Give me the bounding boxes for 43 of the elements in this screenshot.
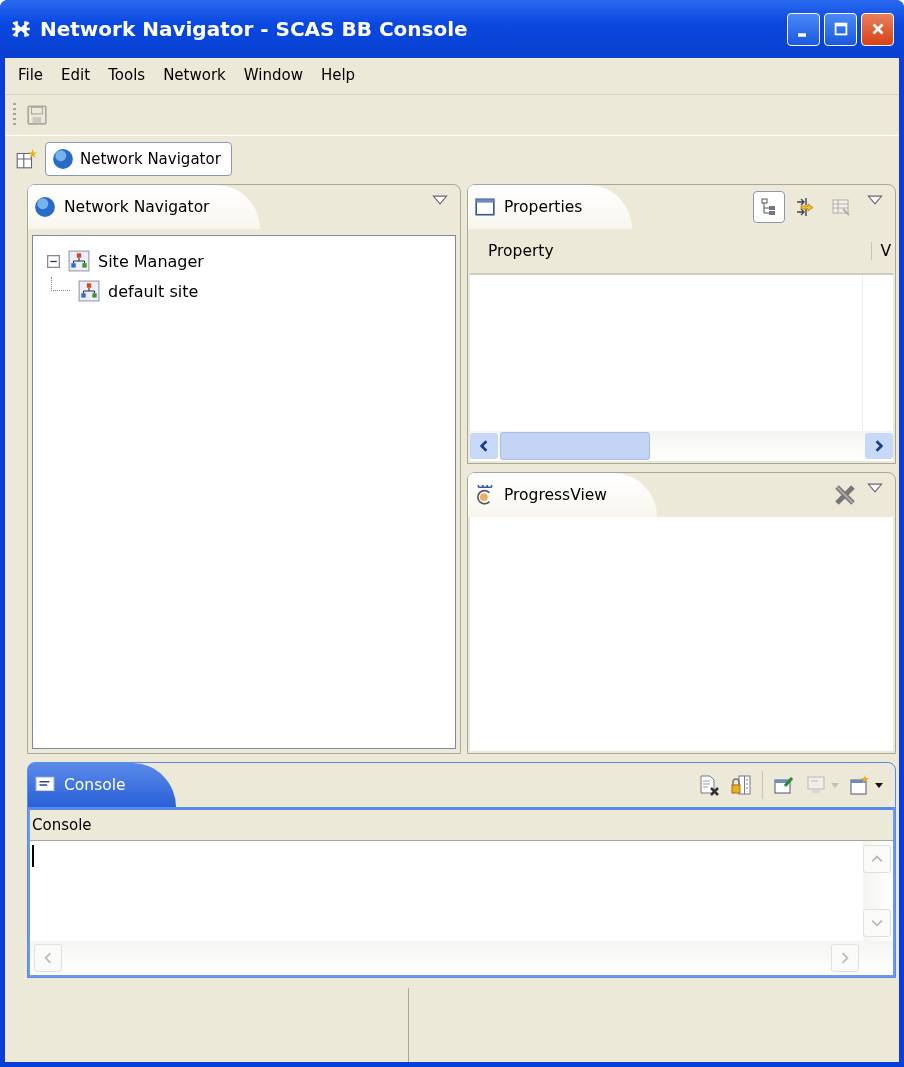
navigator-tab[interactable]: Network Navigator — [28, 185, 260, 229]
minimize-button[interactable] — [787, 12, 820, 46]
scroll-right-icon[interactable] — [873, 440, 885, 452]
view-menu-icon[interactable] — [867, 483, 883, 494]
view-menu-icon[interactable] — [867, 195, 883, 206]
site-icon — [78, 280, 100, 302]
console-tab[interactable]: Console — [28, 763, 176, 807]
menu-item[interactable]: Edit — [54, 66, 98, 84]
pin-console-icon[interactable] — [773, 774, 795, 796]
open-perspective-icon[interactable] — [15, 148, 37, 170]
close-button[interactable] — [861, 12, 894, 46]
minimize-icon — [797, 33, 806, 37]
view-menu-icon[interactable] — [432, 195, 448, 206]
menu-item[interactable]: File — [11, 66, 51, 84]
globe-icon — [52, 148, 74, 170]
column-header[interactable]: Property — [470, 242, 873, 260]
window-title: Network Navigator - SCAS BB Console — [40, 17, 469, 41]
arrows-icon — [795, 197, 815, 217]
remove-all-icon[interactable] — [833, 483, 857, 507]
tree-item[interactable]: Site Manager — [98, 251, 204, 271]
table-icon — [831, 197, 851, 217]
menu-item[interactable]: Window — [236, 66, 310, 84]
categories-button[interactable] — [753, 191, 785, 223]
menu-item[interactable]: Tools — [101, 66, 153, 84]
menu-item[interactable]: Help — [313, 66, 363, 84]
scroll-left-icon[interactable] — [478, 440, 490, 452]
globe-icon — [34, 196, 56, 218]
app-icon — [10, 18, 32, 40]
column-header[interactable]: V — [872, 242, 893, 260]
menu-item[interactable]: Network — [156, 66, 233, 84]
tree-item[interactable]: default site — [108, 281, 199, 301]
properties-tab[interactable]: Properties — [468, 185, 633, 229]
horizontal-scrollbar[interactable] — [470, 431, 893, 461]
perspective-button[interactable]: Network Navigator — [45, 142, 232, 176]
collapse-toggle[interactable] — [47, 254, 60, 268]
site-icon — [68, 250, 90, 272]
maximize-button[interactable] — [824, 12, 857, 46]
window-icon — [474, 196, 496, 218]
scroll-lock-icon[interactable] — [730, 774, 752, 796]
clear-console-icon[interactable] — [698, 774, 720, 796]
progress-tab[interactable]: ProgressView — [468, 473, 657, 517]
dropdown-caret-icon[interactable] — [875, 782, 883, 788]
console-header: Console — [32, 816, 92, 834]
